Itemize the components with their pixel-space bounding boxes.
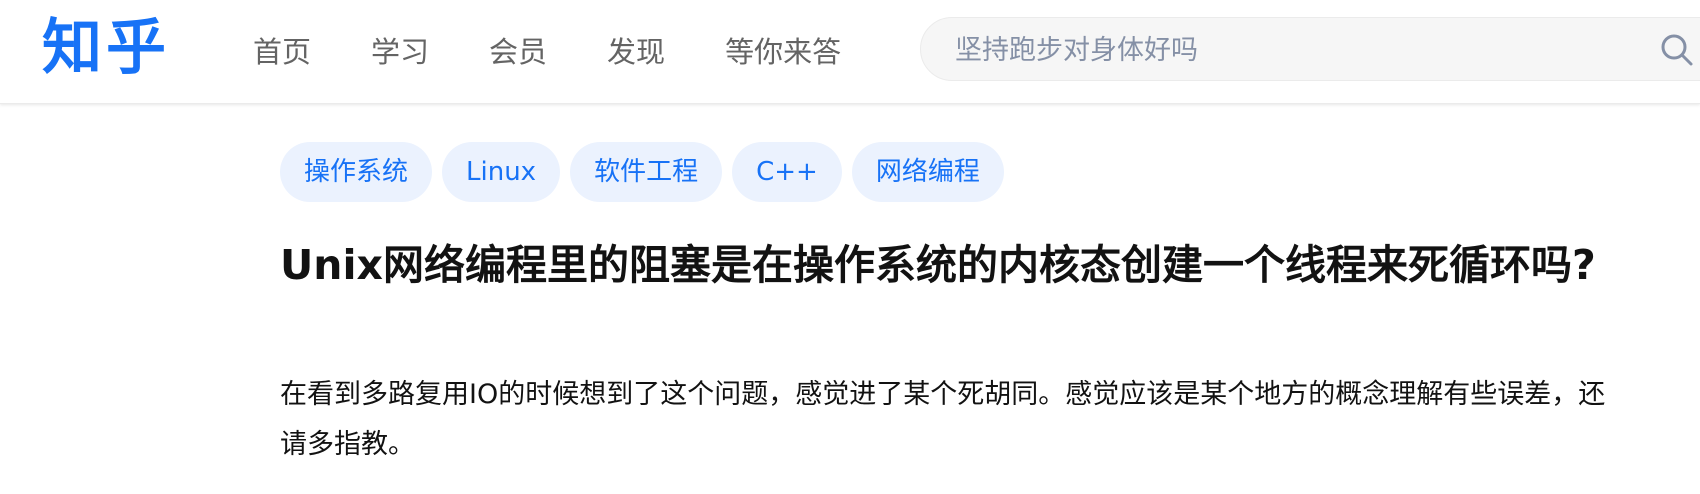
question-topics: 操作系统 Linux 软件工程 C++ 网络编程: [280, 142, 1014, 202]
search-icon[interactable]: [1659, 32, 1695, 68]
search-input[interactable]: [953, 18, 1557, 82]
zhihu-logo[interactable]: 知乎: [42, 10, 170, 86]
topic-tag-operating-system[interactable]: 操作系统: [280, 142, 433, 202]
topic-tag-cpp[interactable]: C++: [732, 142, 842, 202]
nav-learn[interactable]: 学习: [371, 29, 429, 71]
topic-tag-linux[interactable]: Linux: [442, 142, 561, 202]
question-detail: 在看到多路复用IO的时候想到了这个问题，感觉进了某个死胡同。感觉应该是某个地方的…: [280, 379, 1606, 460]
main-nav: 首页 学习 会员 发现 等你来答: [253, 0, 901, 100]
topic-tag-software-engineering[interactable]: 软件工程: [570, 142, 723, 202]
app-header: 知乎 首页 学习 会员 发现 等你来答: [0, 0, 1700, 104]
nav-membership[interactable]: 会员: [489, 29, 547, 71]
nav-home[interactable]: 首页: [253, 29, 311, 71]
search-box: [920, 17, 1700, 82]
topic-tag-network-programming[interactable]: 网络编程: [851, 142, 1004, 202]
nav-waiting-answers[interactable]: 等你来答: [725, 29, 841, 71]
question-title: Unix网络编程里的阻塞是在操作系统的内核态创建一个线程来死循环吗?: [280, 241, 1596, 289]
nav-discover[interactable]: 发现: [607, 29, 665, 71]
